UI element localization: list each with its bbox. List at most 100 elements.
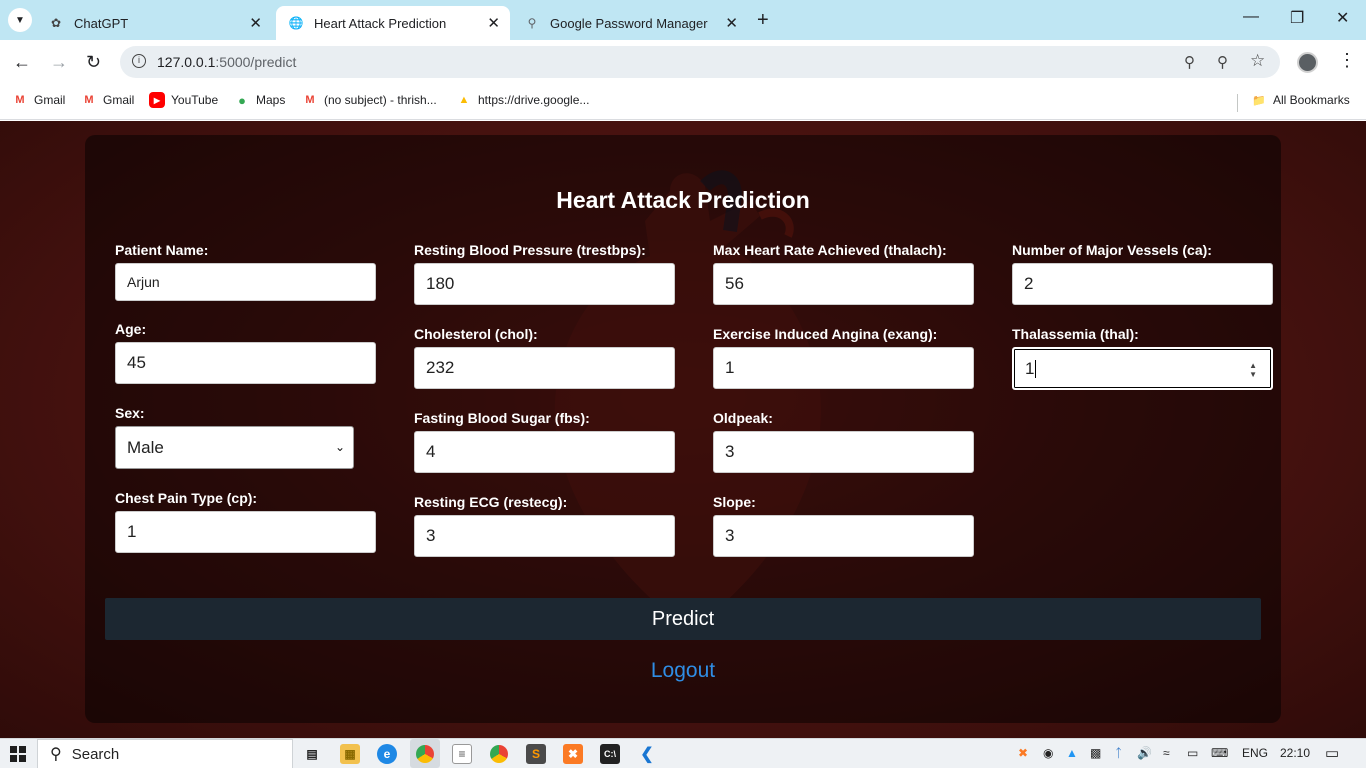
oldpeak-label: Oldpeak: — [713, 410, 773, 426]
globe-icon: 🌐 — [288, 16, 304, 30]
tab-title: ChatGPT — [74, 15, 129, 31]
gmail-icon: M — [15, 94, 25, 106]
thalach-input[interactable]: 56 — [713, 263, 974, 305]
tab-heart-attack-prediction[interactable]: 🌐 Heart Attack Prediction ✕ — [276, 6, 510, 40]
close-icon[interactable]: ✕ — [249, 14, 262, 32]
page-title: Heart Attack Prediction — [556, 187, 810, 213]
key-icon: ⚲ — [527, 16, 537, 30]
prediction-form-card: Heart Attack Prediction Patient Name: Ar… — [85, 135, 1281, 723]
maps-icon: ● — [238, 92, 246, 108]
cp-input[interactable]: 1 — [115, 511, 376, 553]
xampp-tray-icon[interactable]: ✖ — [1018, 746, 1028, 760]
age-label: Age: — [115, 321, 147, 337]
xampp-icon[interactable]: ✖ — [563, 744, 583, 764]
app-tray-icon[interactable]: ▲ — [1066, 746, 1078, 760]
address-bar[interactable]: i 127.0.0.1:5000/predict ⚲ ⚲ ☆ — [120, 46, 1280, 78]
bookmark-youtube[interactable]: ▶ YouTube — [149, 92, 218, 108]
profile-avatar[interactable] — [1297, 52, 1318, 73]
sex-select-value: Male — [127, 437, 164, 457]
battery-icon[interactable]: ▭ — [1187, 746, 1198, 760]
chevron-down-icon: ▼ — [15, 14, 25, 26]
thal-label: Thalassemia (thal): — [1012, 326, 1139, 342]
tab-search-button[interactable]: ▼ — [8, 8, 32, 32]
chrome-icon[interactable] — [489, 744, 509, 764]
tab-password-manager[interactable]: ⚲ Google Password Manager ✕ — [512, 6, 748, 40]
sex-select[interactable]: Male ⌄ — [115, 426, 354, 469]
url-text[interactable]: 127.0.0.1:5000/predict — [157, 54, 296, 70]
close-icon[interactable]: ✕ — [725, 14, 738, 32]
keyboard-icon[interactable]: ⌨ — [1211, 746, 1228, 760]
drive-icon: ▲ — [458, 94, 470, 106]
minimize-button[interactable]: — — [1243, 8, 1259, 26]
camera-tray-icon[interactable]: ◉ — [1043, 746, 1053, 760]
language-indicator[interactable]: ENG — [1242, 746, 1268, 760]
page-background: Heart Attack Prediction Patient Name: Ar… — [0, 121, 1366, 738]
terminal-icon[interactable]: C:\ — [600, 744, 620, 764]
slope-input[interactable]: 3 — [713, 515, 974, 557]
chatgpt-icon: ✿ — [50, 16, 62, 30]
text-caret — [1035, 359, 1037, 378]
notepad-icon[interactable]: ≡ — [452, 744, 472, 764]
new-tab-button[interactable]: + — [757, 9, 769, 32]
clock[interactable]: 22:10 — [1280, 746, 1310, 760]
bookmark-maps[interactable]: ● Maps — [234, 92, 285, 108]
number-spinner-icon[interactable]: ▲ ▼ — [1249, 361, 1257, 379]
age-input[interactable]: 45 — [115, 342, 376, 384]
logout-link[interactable]: Logout — [85, 659, 1281, 683]
gmail-icon: M — [305, 94, 315, 106]
ca-label: Number of Major Vessels (ca): — [1012, 242, 1212, 258]
all-bookmarks[interactable]: 📁 All Bookmarks — [1251, 92, 1350, 108]
chol-input[interactable]: 232 — [414, 347, 675, 389]
browser-toolbar: ← → ↻ i 127.0.0.1:5000/predict ⚲ ⚲ ☆ ⋮ — [0, 40, 1366, 85]
oldpeak-input[interactable]: 3 — [713, 431, 974, 473]
vscode-icon[interactable]: ❮ — [637, 744, 657, 764]
file-explorer-icon[interactable]: ▦ — [340, 744, 360, 764]
chevron-down-icon: ⌄ — [334, 440, 345, 454]
close-window-button[interactable]: ✕ — [1336, 8, 1349, 28]
edge-icon[interactable]: e — [377, 744, 397, 764]
chrome-taskbar-icon[interactable] — [410, 739, 440, 768]
password-key-icon[interactable]: ⚲ — [1184, 53, 1195, 71]
fbs-label: Fasting Blood Sugar (fbs): — [414, 410, 590, 426]
task-view-icon[interactable]: ▤ — [302, 744, 322, 764]
tab-chatgpt[interactable]: ✿ ChatGPT ✕ — [36, 6, 272, 40]
windows-start-icon[interactable] — [10, 746, 26, 762]
menu-icon[interactable]: ⋮ — [1338, 50, 1356, 71]
restecg-input[interactable]: 3 — [414, 515, 675, 557]
ca-input[interactable]: 2 — [1012, 263, 1273, 305]
bluetooth-icon[interactable]: ᛏ — [1115, 746, 1122, 760]
forward-button[interactable]: → — [50, 52, 68, 73]
slope-label: Slope: — [713, 494, 756, 510]
site-info-icon[interactable]: i — [132, 54, 146, 68]
predict-button[interactable]: Predict — [105, 598, 1261, 640]
bookmark-drive[interactable]: ▲ https://drive.google... — [456, 92, 590, 108]
cp-label: Chest Pain Type (cp): — [115, 490, 258, 506]
taskbar-search[interactable]: ⚲ Search — [37, 739, 293, 768]
notification-icon[interactable]: ▭ — [1325, 744, 1339, 762]
bookmarks-divider — [1237, 94, 1238, 112]
thal-input[interactable]: 1 ▲ ▼ — [1012, 347, 1273, 390]
trestbps-input[interactable]: 180 — [414, 263, 675, 305]
zoom-icon[interactable]: ⚲ — [1217, 53, 1228, 71]
fbs-input[interactable]: 4 — [414, 431, 675, 473]
reload-button[interactable]: ↻ — [86, 52, 101, 73]
patient-name-input[interactable]: Arjun — [115, 263, 376, 301]
bookmark-gmail[interactable]: M Gmail — [12, 92, 65, 108]
bookmark-gmail-2[interactable]: M Gmail — [81, 92, 134, 108]
exang-input[interactable]: 1 — [713, 347, 974, 389]
tab-title: Google Password Manager — [550, 15, 708, 31]
sublime-icon[interactable]: S — [526, 744, 546, 764]
windows-taskbar: ⚲ Search ▤ ▦ e ≡ S ✖ C:\ ❮ ✖ ◉ ▲ ▩ ᛏ 🔊 ≈… — [0, 738, 1366, 768]
windows-security-icon[interactable]: ▩ — [1090, 746, 1101, 760]
trestbps-label: Resting Blood Pressure (trestbps): — [414, 242, 646, 258]
bookmark-no-subject[interactable]: M (no subject) - thrish... — [302, 92, 436, 108]
close-icon[interactable]: ✕ — [487, 14, 500, 32]
youtube-icon: ▶ — [149, 92, 165, 108]
tab-title: Heart Attack Prediction — [314, 15, 447, 31]
back-button[interactable]: ← — [13, 52, 31, 73]
volume-icon[interactable]: 🔊 — [1137, 746, 1152, 760]
restore-button[interactable]: ❐ — [1290, 8, 1304, 28]
wifi-icon[interactable]: ≈ — [1163, 746, 1170, 760]
taskbar-search-label: Search — [71, 745, 120, 763]
star-icon[interactable]: ☆ — [1250, 51, 1265, 71]
